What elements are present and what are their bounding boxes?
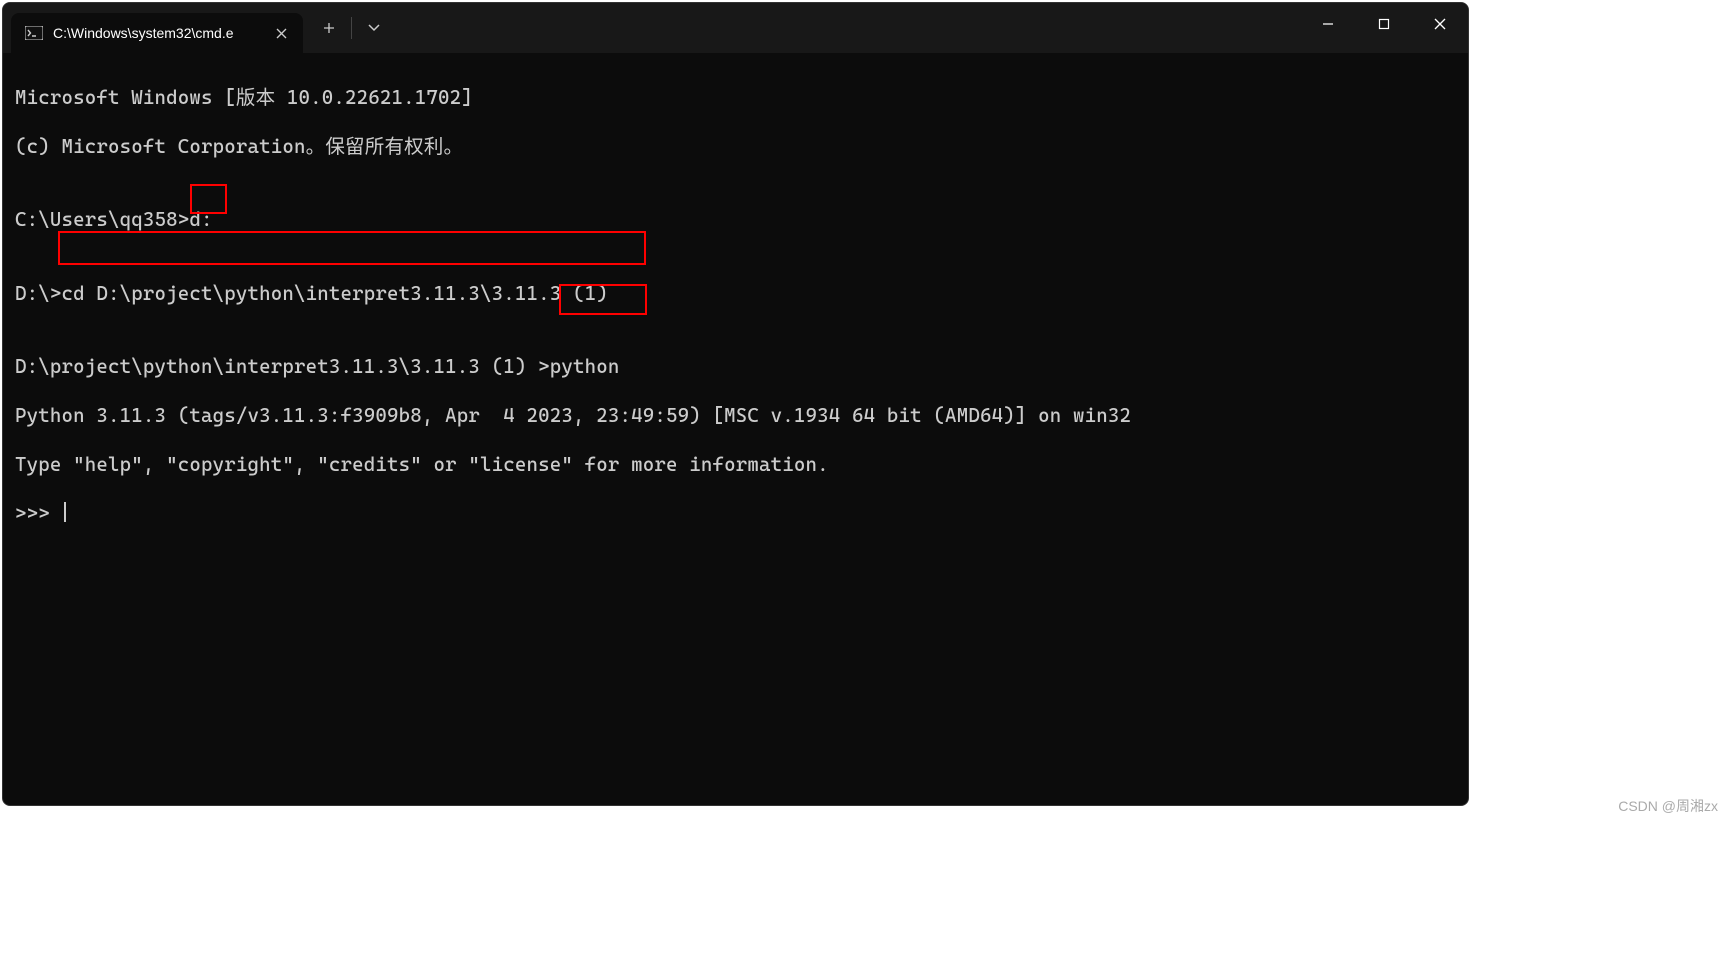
cmd-icon <box>25 24 43 42</box>
highlight-box <box>58 231 646 265</box>
prompt-command: python <box>550 355 620 378</box>
tab-cmd[interactable]: C:\Windows\system32\cmd.e <box>11 13 303 53</box>
new-tab-button[interactable] <box>309 10 349 46</box>
minimize-button[interactable] <box>1300 3 1356 45</box>
close-tab-button[interactable] <box>269 21 293 45</box>
terminal-line: Python 3.11.3 (tags/v3.11.3:f3909b8, Apr… <box>15 404 1456 429</box>
terminal-window: C:\Windows\system32\cmd.e <box>2 2 1469 806</box>
tab-dropdown-button[interactable] <box>354 10 394 46</box>
prompt-path: C:\Users\qq358> <box>15 208 189 231</box>
window-controls <box>1300 3 1468 45</box>
terminal-line: Type "help", "copyright", "credits" or "… <box>15 453 1456 478</box>
close-window-button[interactable] <box>1412 3 1468 45</box>
prompt-command: d: <box>189 208 212 231</box>
prompt-path: D:\> <box>15 282 62 305</box>
title-bar: C:\Windows\system32\cmd.e <box>3 3 1468 53</box>
terminal-body[interactable]: Microsoft Windows [版本 10.0.22621.1702] (… <box>3 53 1468 682</box>
tab-actions <box>309 10 394 46</box>
python-prompt-line: >>> <box>15 502 1456 527</box>
terminal-line: (c) Microsoft Corporation。保留所有权利。 <box>15 135 1456 160</box>
terminal-prompt-line: D:\project\python\interpret3.11.3\3.11.3… <box>15 355 1456 380</box>
terminal-line: Microsoft Windows [版本 10.0.22621.1702] <box>15 86 1456 111</box>
maximize-button[interactable] <box>1356 3 1412 45</box>
cursor <box>64 502 66 522</box>
divider <box>351 17 352 39</box>
terminal-prompt-line: C:\Users\qq358>d: <box>15 208 1456 233</box>
terminal-prompt-line: D:\>cd D:\project\python\interpret3.11.3… <box>15 282 1456 307</box>
tab-title: C:\Windows\system32\cmd.e <box>53 25 259 41</box>
python-prompt: >>> <box>15 502 62 525</box>
prompt-command: cd D:\project\python\interpret3.11.3\3.1… <box>62 282 608 305</box>
watermark: CSDN @周湘zx <box>1618 796 1718 816</box>
prompt-path: D:\project\python\interpret3.11.3\3.11.3… <box>15 355 550 378</box>
